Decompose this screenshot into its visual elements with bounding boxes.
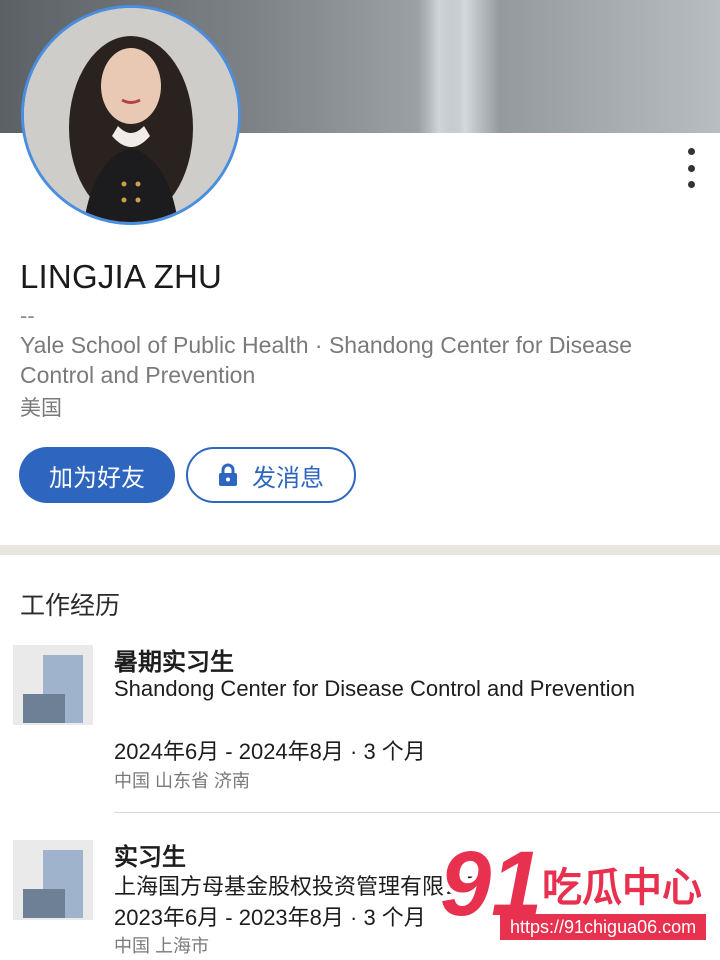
experience-title[interactable]: 实习生 (114, 837, 186, 872)
company-logo-placeholder[interactable] (13, 840, 93, 920)
experience-company[interactable]: 上海国方母基金股权投资管理有限公司 (114, 869, 488, 901)
message-label: 发消息 (252, 464, 324, 492)
lock-icon (219, 463, 237, 486)
logo-shape-dark (23, 694, 65, 723)
experience-dates: 2024年6月 - 2024年8月 · 3 个月 (114, 739, 426, 764)
profile-location: 美国 (20, 397, 62, 420)
experience-company[interactable]: Shandong Center for Disease Control and … (114, 674, 674, 704)
profile-education: Yale School of Public Health · Shandong … (20, 332, 632, 388)
experience-section-title: 工作经历 (20, 592, 121, 620)
more-dot (687, 181, 695, 188)
profile-name: LINGJIA ZHU (20, 258, 223, 295)
add-friend-label: 加为好友 (49, 464, 145, 492)
experience-location: 中国 上海市 (114, 936, 210, 956)
watermark-text: 吃瓜中心 (542, 865, 702, 911)
company-logo-placeholder[interactable] (13, 645, 93, 725)
more-dot (687, 164, 695, 172)
more-options-icon[interactable] (680, 148, 702, 188)
experience-dates: 2023年6月 - 2023年8月 · 3 个月 (114, 905, 426, 930)
section-divider (0, 545, 720, 555)
cover-light-band (430, 0, 500, 133)
watermark-url: https://91chigua06.com (500, 914, 707, 940)
avatar-portrait (24, 8, 238, 222)
experience-divider (114, 812, 720, 813)
more-dot (687, 148, 695, 155)
profile-headline: -- (20, 303, 35, 328)
experience-title[interactable]: 暑期实习生 (114, 642, 234, 677)
profile-avatar[interactable] (21, 5, 241, 225)
experience-location: 中国 山东省 济南 (114, 771, 251, 791)
message-button[interactable]: 发消息 (186, 447, 356, 503)
logo-shape-dark (23, 889, 65, 918)
add-friend-button[interactable]: 加为好友 (19, 447, 175, 503)
